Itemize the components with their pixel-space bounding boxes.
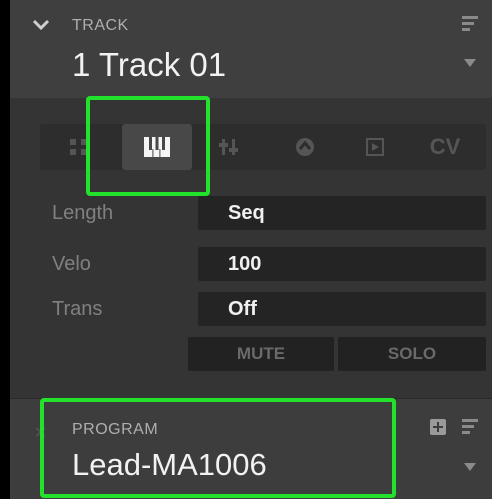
velocity-field[interactable]: 100	[198, 247, 486, 281]
mixer-icon	[219, 139, 238, 155]
track-section-label: TRACK	[72, 17, 129, 34]
chevron-down-icon[interactable]	[32, 18, 50, 32]
solo-button[interactable]: SOLO	[338, 337, 486, 371]
track-header: TRACK 1 Track 01	[10, 0, 492, 98]
velocity-label: Velo	[52, 253, 91, 275]
tab-cv[interactable]: CV	[415, 124, 475, 170]
plugin-icon	[366, 138, 384, 156]
program-menu-icon[interactable]	[462, 419, 478, 435]
transpose-label: Trans	[52, 298, 103, 320]
automation-icon	[296, 138, 314, 156]
track-panel: TRACK 1 Track 01 CV Length Seq Velo 100 …	[10, 0, 492, 499]
add-icon[interactable]	[430, 419, 446, 435]
mute-button[interactable]: MUTE	[188, 337, 334, 371]
program-highlight	[40, 398, 396, 498]
tab-plugin[interactable]	[345, 124, 405, 170]
transpose-field[interactable]: Off	[198, 292, 486, 326]
track-title[interactable]: 1 Track 01	[72, 46, 226, 84]
dropdown-arrow-icon[interactable]	[464, 59, 476, 67]
length-label: Length	[52, 202, 114, 224]
keys-tab-highlight	[86, 96, 210, 196]
tab-automation[interactable]	[275, 124, 335, 170]
length-field[interactable]: Seq	[198, 196, 486, 230]
program-dropdown-arrow-icon[interactable]	[464, 463, 476, 471]
menu-icon[interactable]	[462, 16, 478, 32]
